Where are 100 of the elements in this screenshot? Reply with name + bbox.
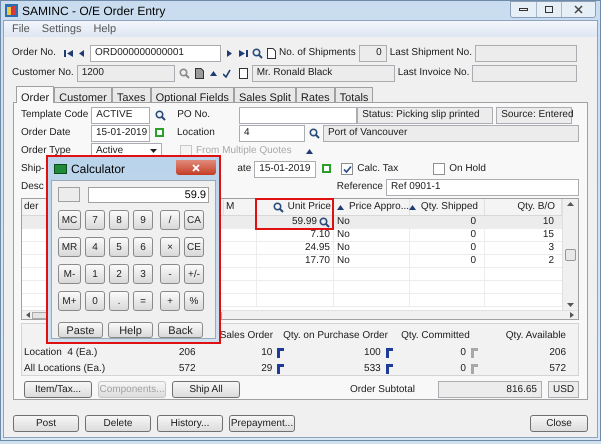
close-button[interactable] [176,160,216,175]
button[interactable]: Item/Tax... [24,381,92,398]
up-icon[interactable] [208,68,218,78]
scroll-down-icon[interactable] [567,303,574,307]
last-record-icon[interactable] [238,48,248,58]
order-date-field[interactable]: 15-01-2019 [91,124,150,142]
calculator-key[interactable]: MC [58,210,81,230]
column-header[interactable]: M [224,199,257,215]
calculator-key[interactable]: % [184,291,204,311]
calculator-key[interactable]: +/- [184,264,204,284]
calculator-key[interactable]: 2 [109,264,129,284]
scroll-right-icon[interactable] [570,312,574,318]
calculator-key[interactable]: 1 [85,264,105,284]
document-icon[interactable] [194,68,204,78]
column-header[interactable]: Qty. Shipped [410,199,485,215]
next-icon[interactable] [225,48,234,58]
scroll-thumb[interactable] [565,248,576,260]
document-icon[interactable] [267,48,276,58]
customer-name-field[interactable]: Mr. Ronald Black [252,64,395,82]
calculator-key[interactable]: 9 [133,210,153,230]
calendar-icon[interactable] [322,164,332,173]
tab[interactable]: Sales Split [234,87,296,102]
field-label: No. of Shipments [279,48,357,58]
button[interactable]: Ship All [172,381,240,398]
table-cell: 0 [470,243,476,253]
ship-date-field[interactable]: 15-01-2019 [254,160,316,178]
menu-item[interactable]: Settings [42,20,82,38]
calculator-button[interactable]: Help [108,322,153,338]
search-icon[interactable] [319,216,330,228]
drilldown-icon[interactable] [276,364,286,374]
calculator-button[interactable]: Back [158,322,203,338]
up-icon[interactable] [304,146,314,156]
tab[interactable]: Totals [334,87,374,102]
po-number-field[interactable] [239,106,358,124]
calculator-button[interactable]: Paste [58,322,103,338]
calculator-icon [54,164,67,174]
calculator-key[interactable]: M+ [58,291,81,311]
tab[interactable]: Order [16,86,54,103]
checkbox[interactable] [341,163,354,175]
button[interactable]: History... [157,415,223,432]
column-header[interactable]: Unit Price [257,199,334,215]
sort-icon[interactable] [336,202,345,212]
first-record-icon[interactable] [64,48,74,58]
calculator-key[interactable]: + [160,291,180,311]
order-number-field[interactable]: ORD000000000001 [90,44,221,62]
template-code-field[interactable]: ACTIVE [91,106,150,124]
sort-icon[interactable] [408,202,417,212]
calculator-key[interactable]: 5 [109,237,129,257]
status-field[interactable]: Status: Picking slip printed [357,106,494,124]
search-icon[interactable] [252,48,263,58]
button[interactable]: Prepayment... [229,415,295,432]
tab[interactable]: Taxes [112,87,151,102]
button[interactable]: Delete [85,415,151,432]
last-shipment-field[interactable] [474,44,577,62]
search-icon[interactable] [155,110,166,120]
vertical-scrollbar[interactable] [562,199,578,310]
calendar-icon[interactable] [155,128,164,137]
tab[interactable]: Customer [54,87,112,102]
drilldown-icon[interactable] [384,348,394,358]
scroll-left-icon[interactable] [26,312,30,318]
drilldown-icon[interactable] [276,348,286,358]
location-field[interactable]: 4 [239,124,305,142]
calculator-key[interactable]: . [109,291,129,311]
button[interactable]: Post [13,415,79,432]
search-icon[interactable] [309,128,320,138]
menu-item[interactable]: Help [93,20,116,38]
calculator-key[interactable]: CE [184,237,204,257]
tab[interactable]: Optional Fields [150,87,234,102]
calculator-key[interactable]: / [160,210,180,230]
calculator-key[interactable]: MR [58,237,81,257]
checkbox-label: From Multiple Quotes [196,146,293,156]
scroll-up-icon[interactable] [567,202,574,206]
calculator-key[interactable]: 3 [133,264,153,284]
last-invoice-field[interactable] [472,64,577,82]
location-name-field[interactable]: Port of Vancouver [323,124,579,142]
calculator-key[interactable]: = [133,291,153,311]
column-header[interactable]: Price Appro... [334,199,410,215]
calculator-key[interactable]: 6 [133,237,153,257]
calculator-key[interactable]: 8 [109,210,129,230]
calculator-key[interactable]: × [160,237,180,257]
tab[interactable]: Rates [296,87,335,102]
calculator-key[interactable]: - [160,264,180,284]
currency-field[interactable]: USD [548,381,579,398]
source-field[interactable]: Source: Entered [496,106,572,124]
search-icon[interactable] [272,202,284,212]
calculator-key[interactable]: M- [58,264,81,284]
calculator-key[interactable]: 0 [85,291,105,311]
previous-icon[interactable] [77,48,86,58]
drilldown-icon[interactable] [384,364,394,374]
card-icon[interactable] [238,68,248,78]
button[interactable]: Close [530,415,588,432]
calculator-key[interactable]: 4 [85,237,105,257]
reference-field[interactable]: Ref 0901-1 [386,178,579,196]
calculator-key[interactable]: CA [184,210,204,230]
menu-item[interactable]: File [12,20,30,38]
checkbox[interactable] [433,163,446,175]
calculator-key[interactable]: 7 [85,210,105,230]
subtotal-field[interactable]: 816.65 [438,381,542,398]
customer-number-field[interactable]: 1200 [76,64,175,82]
shipments-field[interactable]: 0 [358,44,387,62]
